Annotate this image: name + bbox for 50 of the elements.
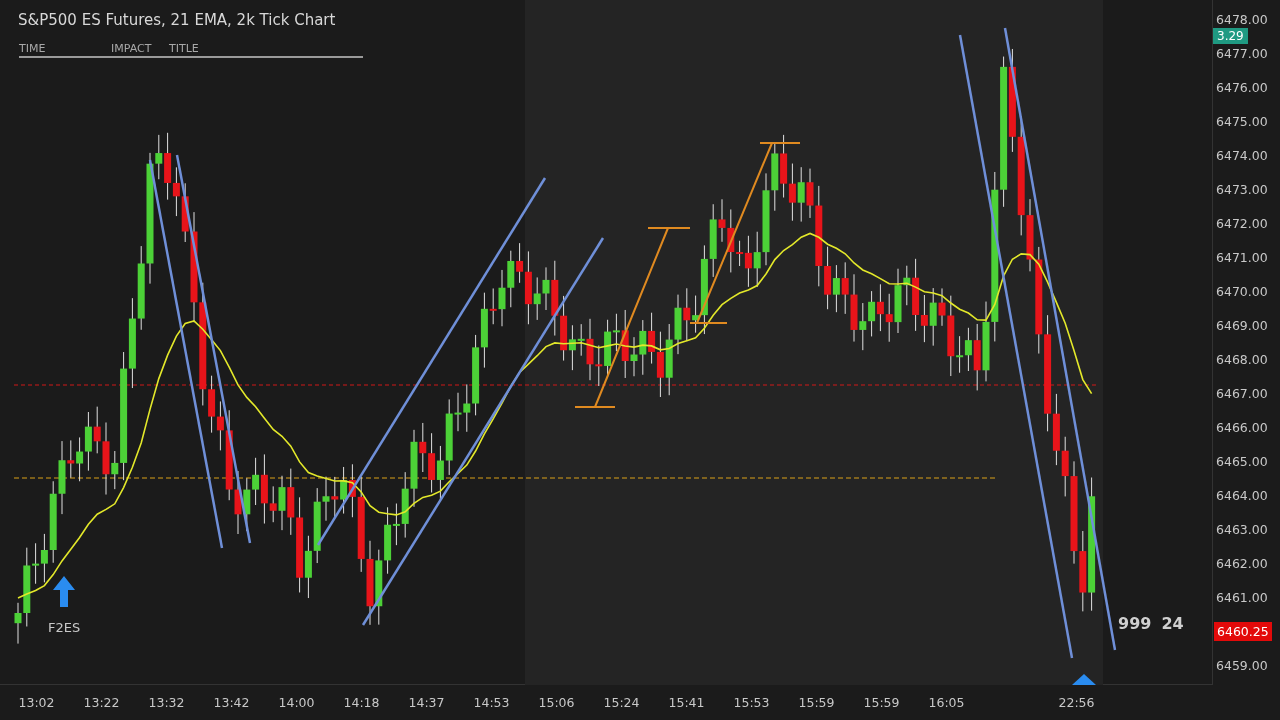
price-label: 6469.00	[1215, 317, 1268, 333]
price-label: 6473.00	[1215, 181, 1268, 197]
price-label: 6475.00	[1215, 113, 1268, 129]
time-label: 14:37	[407, 695, 446, 710]
time-label: 13:02	[17, 695, 56, 710]
level-marker-line	[574, 406, 616, 408]
price-label: 6464.00	[1215, 487, 1268, 503]
time-label: 14:00	[277, 695, 316, 710]
price-label: 6463.00	[1215, 521, 1268, 537]
time-label: 16:05	[927, 695, 966, 710]
time-label: 15:41	[667, 695, 706, 710]
price-label: 6476.00	[1215, 79, 1268, 95]
price-label: 6477.00	[1215, 45, 1268, 61]
column-header: TIME	[19, 42, 47, 55]
time-label: 15:06	[537, 695, 576, 710]
price-label: 6459.00	[1215, 657, 1268, 673]
price-label: 6474.00	[1215, 147, 1268, 163]
time-label: 13:42	[212, 695, 251, 710]
column-header: IMPACT	[111, 42, 153, 55]
price-label: 6470.00	[1215, 283, 1268, 299]
volume-value: 999	[1118, 614, 1152, 633]
time-label: 22:56	[1057, 695, 1096, 710]
time-label: 15:53	[732, 695, 771, 710]
level-marker-line	[647, 227, 691, 229]
up-arrow-icon	[1072, 674, 1096, 685]
volume-value: 24	[1161, 614, 1184, 633]
up-arrow-icon	[53, 576, 75, 607]
level-marker-line	[759, 142, 801, 144]
chart-title: S&P500 ES Futures, 21 EMA, 2k Tick Chart	[18, 11, 336, 29]
price-label: 6472.00	[1215, 215, 1268, 231]
change-badge: 3.29	[1213, 28, 1248, 44]
last-price-badge: 6460.25	[1214, 621, 1272, 641]
price-label: 6467.00	[1215, 385, 1268, 401]
column-header: TITLE	[169, 42, 199, 55]
price-label: 6471.00	[1215, 249, 1268, 265]
time-label: 15:24	[602, 695, 641, 710]
time-label: 13:22	[82, 695, 121, 710]
time-label: 15:59	[797, 695, 836, 710]
price-label: 6466.00	[1215, 419, 1268, 435]
level-marker-line	[689, 322, 728, 324]
price-label: 6465.00	[1215, 453, 1268, 469]
price-label: 6461.00	[1215, 589, 1268, 605]
time-label: 13:32	[147, 695, 186, 710]
price-label: 6468.00	[1215, 351, 1268, 367]
signal-label: F2ES	[48, 620, 81, 635]
time-label: 14:53	[472, 695, 511, 710]
price-label: 6478.00	[1215, 11, 1268, 27]
time-label: 15:59	[862, 695, 901, 710]
time-label: 14:18	[342, 695, 381, 710]
price-label: 6462.00	[1215, 555, 1268, 571]
